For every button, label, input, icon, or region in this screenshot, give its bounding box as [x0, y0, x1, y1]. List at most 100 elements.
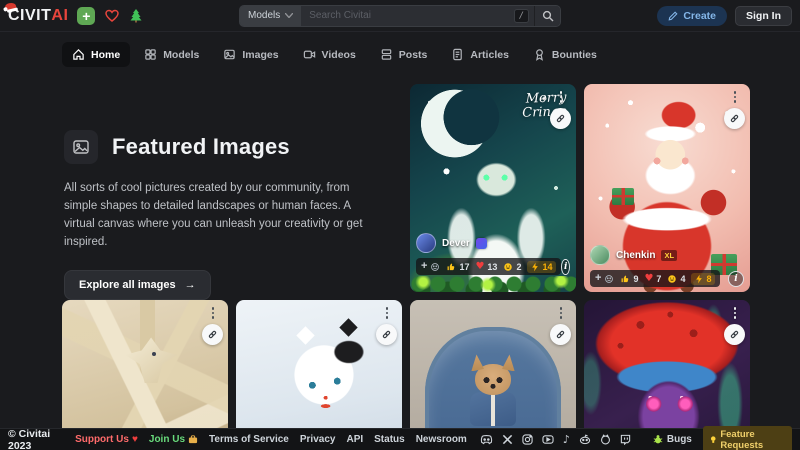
- tab-videos[interactable]: Videos: [293, 42, 366, 67]
- info-button[interactable]: i: [561, 259, 570, 275]
- add-content-button[interactable]: +: [77, 7, 95, 25]
- discord-icon[interactable]: [480, 434, 493, 445]
- avatar: [416, 233, 436, 253]
- dragon-eye-shape: [152, 352, 156, 356]
- heart-reaction-button[interactable]: ♥ 13: [475, 262, 497, 272]
- x-twitter-icon[interactable]: [502, 434, 513, 445]
- home-icon: [72, 48, 85, 61]
- zap-reaction-button[interactable]: 8: [691, 273, 715, 285]
- feature-requests-button[interactable]: Feature Requests: [703, 426, 792, 450]
- copyright: © Civitai 2023: [8, 428, 64, 450]
- search-button[interactable]: [534, 6, 560, 26]
- footer-link-terms[interactable]: Terms of Service: [209, 434, 289, 445]
- thumbs-up-icon: [620, 274, 630, 284]
- reddit-icon[interactable]: [579, 434, 591, 445]
- username: Dever: [442, 238, 470, 249]
- heart-reaction-button[interactable]: ♥ 7: [644, 274, 661, 284]
- copy-link-button[interactable]: [202, 324, 223, 345]
- like-reaction-button[interactable]: 9: [620, 274, 638, 284]
- footer-link-privacy[interactable]: Privacy: [300, 434, 336, 445]
- bugs-button[interactable]: Bugs: [653, 434, 692, 445]
- articles-icon: [451, 48, 464, 61]
- like-reaction-button[interactable]: 17: [446, 262, 469, 272]
- copy-link-button[interactable]: [550, 324, 571, 345]
- heart-icon: ♥: [644, 274, 653, 284]
- user-info[interactable]: Dever: [416, 233, 570, 253]
- card-menu-button[interactable]: [554, 89, 568, 105]
- image-card-santa: Chenkin XL + 9 ♥ 7: [584, 84, 750, 292]
- link-icon: [729, 329, 740, 340]
- tiktok-icon[interactable]: ♪: [563, 434, 570, 445]
- copy-link-button[interactable]: [724, 108, 745, 129]
- page-title: Featured Images: [112, 134, 290, 160]
- footer-link-status[interactable]: Status: [374, 434, 405, 445]
- tab-models[interactable]: Models: [134, 42, 209, 67]
- add-reaction-button[interactable]: +: [421, 261, 440, 272]
- zap-icon: [695, 274, 703, 284]
- twitch-icon[interactable]: [620, 434, 631, 445]
- image-card-wizard: Merry Cringe Dever + 17: [410, 84, 576, 292]
- posts-icon: [380, 48, 393, 61]
- create-button[interactable]: Create: [657, 6, 727, 26]
- laugh-reaction-button[interactable]: 2: [503, 262, 521, 272]
- civitai-logo[interactable]: CIVITAI: [8, 7, 68, 25]
- user-badge-icon: [476, 238, 487, 249]
- link-icon: [555, 329, 566, 340]
- santa-hat-icon: [4, 1, 16, 10]
- link-icon: [207, 329, 218, 340]
- search-category-value: Models: [248, 10, 280, 21]
- arrow-right-icon: →: [185, 279, 196, 291]
- footer-link-support-us[interactable]: Support Us ♥: [75, 434, 138, 445]
- heart-icon: ♥: [475, 262, 484, 272]
- search-category-select[interactable]: Models: [240, 6, 301, 26]
- tab-posts[interactable]: Posts: [370, 42, 438, 67]
- github-icon[interactable]: [600, 434, 611, 445]
- card-menu-button[interactable]: [554, 305, 568, 321]
- card-menu-button[interactable]: [728, 305, 742, 321]
- tab-bounties[interactable]: Bounties: [523, 42, 607, 67]
- search-bar: Models /: [239, 5, 561, 27]
- app-footer: © Civitai 2023 Support Us ♥ Join Us Term…: [0, 428, 800, 450]
- link-icon: [729, 113, 740, 124]
- holiday-tree-icon[interactable]: [129, 8, 143, 23]
- user-info[interactable]: Chenkin XL: [590, 245, 744, 265]
- thumbs-up-icon: [446, 262, 456, 272]
- photo-icon: [64, 130, 98, 164]
- explore-all-images-button[interactable]: Explore all images →: [64, 270, 211, 300]
- copy-link-button[interactable]: [376, 324, 397, 345]
- gift-shape: [612, 188, 634, 205]
- tab-images[interactable]: Images: [213, 42, 288, 67]
- create-label: Create: [683, 10, 716, 22]
- laugh-emoji-icon: [667, 274, 677, 284]
- support-heart-icon[interactable]: [104, 8, 120, 24]
- footer-link-join-us[interactable]: Join Us: [149, 434, 198, 445]
- add-reaction-button[interactable]: +: [595, 273, 614, 284]
- social-links: ♪: [480, 434, 631, 445]
- info-button[interactable]: i: [728, 271, 744, 287]
- card-menu-button[interactable]: [380, 305, 394, 321]
- card-menu-button[interactable]: [728, 89, 742, 105]
- copy-link-button[interactable]: [724, 324, 745, 345]
- card-menu-button[interactable]: [206, 305, 220, 321]
- youtube-icon[interactable]: [542, 434, 554, 445]
- footer-link-newsroom[interactable]: Newsroom: [416, 434, 467, 445]
- search-input[interactable]: [301, 6, 513, 26]
- logo-text-ai: AI: [51, 7, 68, 25]
- models-grid-icon: [144, 48, 157, 61]
- sign-in-button[interactable]: Sign In: [735, 6, 792, 26]
- username: Chenkin: [616, 250, 655, 261]
- videos-icon: [303, 48, 316, 61]
- content-grid: Featured Images All sorts of cool pictur…: [62, 84, 750, 450]
- smiley-icon: [430, 262, 440, 272]
- search-icon: [542, 10, 554, 22]
- reaction-bar: + 17 ♥ 13 2: [416, 258, 561, 275]
- copy-link-button[interactable]: [550, 108, 571, 129]
- laugh-reaction-button[interactable]: 4: [667, 274, 685, 284]
- zap-reaction-button[interactable]: 14: [527, 261, 556, 273]
- link-icon: [555, 113, 566, 124]
- instagram-icon[interactable]: [522, 434, 533, 445]
- heart-icon: ♥: [132, 434, 138, 445]
- footer-link-api[interactable]: API: [346, 434, 363, 445]
- tab-articles[interactable]: Articles: [441, 42, 519, 67]
- tab-home[interactable]: Home: [62, 42, 130, 67]
